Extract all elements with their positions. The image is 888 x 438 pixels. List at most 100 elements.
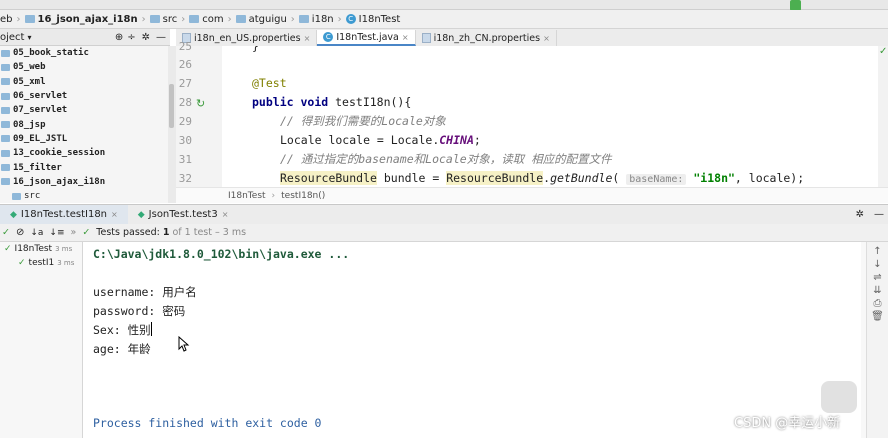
tree-item[interactable]: 09_EL_JSTL <box>0 132 168 146</box>
tree-item[interactable]: 13_cookie_session <box>0 146 168 160</box>
run-tab-i18ntest[interactable]: ◆ I18nTest.testI18n × <box>0 205 128 224</box>
locate-icon[interactable]: ⊕ <box>115 32 123 43</box>
close-icon[interactable]: × <box>543 34 550 43</box>
tab-i18n-zh-cn[interactable]: i18n_zh_CN.properties × <box>416 30 557 46</box>
chevron-right-icon: › <box>337 13 342 25</box>
navigation-breadcrumb: eb › 16_json_ajax_i18n › src › com › atg… <box>0 10 888 29</box>
code-editor[interactable]: } @Test public void testI18n(){ // 得到我们需… <box>222 46 878 187</box>
line-number: 25 <box>178 40 192 53</box>
test-tree-item[interactable]: ✓ testI1 3 ms <box>0 256 82 270</box>
print-icon[interactable]: ⎙ <box>874 298 882 309</box>
checkmark-icon: ✓ <box>18 258 26 268</box>
main-toolbar <box>0 0 888 10</box>
tree-item[interactable]: 16_json_ajax_i18n <box>0 175 168 189</box>
project-scrollbar-thumb[interactable] <box>169 84 174 128</box>
scroll-to-end-icon[interactable]: ⇊ <box>873 285 881 296</box>
arrow-up-icon[interactable]: ↑ <box>873 246 881 257</box>
close-icon[interactable]: × <box>304 34 311 43</box>
tree-item[interactable]: 05_book_static <box>0 46 168 60</box>
folder-icon <box>1 121 10 129</box>
tree-item[interactable]: src <box>0 189 168 203</box>
minimize-icon[interactable]: — <box>156 32 166 43</box>
code-line-28: public void testI18n(){ <box>252 95 412 109</box>
line-number: 29 <box>178 115 192 128</box>
sort-duration-icon[interactable]: ↓≡ <box>49 228 64 238</box>
tree-item[interactable]: 05_web <box>0 60 168 74</box>
code-line-32: ResourceBundle bundle = ResourceBundle.g… <box>280 171 805 185</box>
close-icon[interactable]: × <box>402 33 409 42</box>
line-number: 27 <box>178 77 192 90</box>
watermark-logo <box>821 381 857 413</box>
test-results-tree: ✓ I18nTest 3 ms ✓ testI1 3 ms <box>0 242 83 438</box>
editor-breadcrumb-class[interactable]: I18nTest <box>228 191 266 201</box>
project-panel-header: oject ▾ ⊕ ÷ ✲ — <box>0 29 170 46</box>
chevron-right-icon: › <box>271 190 276 201</box>
properties-file-icon <box>421 33 431 43</box>
console-output[interactable]: C:\Java\jdk1.8.0_102\bin\java.exe ... us… <box>83 242 861 438</box>
close-icon[interactable]: × <box>111 210 118 219</box>
run-test-icon[interactable]: ↻ <box>196 97 205 110</box>
checkmark-icon: ✓ <box>82 227 91 238</box>
console-line: password: 密码 <box>93 304 186 318</box>
collapse-icon[interactable]: ÷ <box>127 32 135 43</box>
sort-alpha-icon[interactable]: ↓a <box>30 228 43 238</box>
process-finished-line: Process finished with exit code 0 <box>93 416 322 430</box>
tab-i18n-en-us[interactable]: i18n_en_US.properties × <box>176 30 318 46</box>
folder-icon <box>1 164 10 172</box>
soft-wrap-icon[interactable]: ⇌ <box>873 272 881 283</box>
run-tool-window-tabs: ◆ I18nTest.testI18n × ◆ JsonTest.test3 × ✲ — <box>0 204 888 225</box>
line-number: 28 <box>178 96 192 109</box>
editor-breadcrumb-method[interactable]: testI18n() <box>281 191 325 201</box>
line-number: 31 <box>178 153 192 166</box>
editor-tab-bar: i18n_en_US.properties × C I18nTest.java × i… <box>176 29 888 47</box>
console-line: age: 年龄 <box>93 342 151 356</box>
breadcrumb-item-atguigu[interactable]: atguigu <box>235 14 287 25</box>
breadcrumb-item-i18n[interactable]: i18n <box>298 14 334 25</box>
trash-icon[interactable]: 🗑 <box>871 311 884 322</box>
gear-icon[interactable]: ✲ <box>142 32 150 43</box>
gear-icon[interactable]: ✲ <box>856 209 864 220</box>
code-line-25: } <box>252 46 259 53</box>
breadcrumb-item-class[interactable]: C I18nTest <box>345 14 400 25</box>
project-panel-title[interactable]: oject <box>0 32 24 43</box>
tree-item[interactable]: 15_filter <box>0 160 168 174</box>
code-line-30: Locale locale = Locale.CHINA; <box>280 133 481 147</box>
chevron-right-icon: › <box>141 13 146 25</box>
toolbar-right-icons <box>790 0 801 11</box>
test-tree-item[interactable]: ✓ I18nTest 3 ms <box>0 242 82 256</box>
package-icon <box>298 15 309 23</box>
chevron-right-icon: › <box>181 13 186 25</box>
tests-passed-label: Tests passed: 1 of 1 test – 3 ms <box>96 227 247 238</box>
stop-icon[interactable]: ⊘ <box>16 227 24 238</box>
tree-item[interactable]: 07_servlet <box>0 103 168 117</box>
package-icon <box>189 15 200 23</box>
arrow-down-icon[interactable]: ↓ <box>873 259 881 270</box>
chevron-down-icon[interactable]: ▾ <box>27 33 31 42</box>
breadcrumb-item-module[interactable]: 16_json_ajax_i18n <box>24 14 138 25</box>
tree-item[interactable]: 08_jsp <box>0 117 168 131</box>
folder-icon <box>24 15 35 23</box>
test-status-bar: ✓ ⊘ ↓a ↓≡ » ✓ Tests passed: 1 of 1 test … <box>0 224 888 242</box>
run-tab-jsontest[interactable]: ◆ JsonTest.test3 × <box>128 205 239 224</box>
tab-i18ntest-java[interactable]: C I18nTest.java × <box>317 30 416 46</box>
show-passed-icon[interactable]: ✓ <box>2 227 10 238</box>
breadcrumb-item-src[interactable]: src <box>149 14 177 25</box>
text-caret <box>151 322 152 336</box>
console-side-toolbar: ↑ ↓ ⇌ ⇊ ⎙ 🗑 <box>866 242 888 438</box>
console-line: username: 用户名 <box>93 285 197 299</box>
mouse-pointer-icon <box>178 336 190 352</box>
breadcrumb-item-root[interactable]: eb <box>0 14 13 25</box>
project-tree: 05_book_static 05_web 05_xml 06_servlet … <box>0 46 168 203</box>
breadcrumb-item-com[interactable]: com <box>189 14 224 25</box>
code-line-27: @Test <box>252 76 287 90</box>
tree-item[interactable]: 06_servlet <box>0 89 168 103</box>
folder-icon <box>1 149 10 157</box>
minimize-icon[interactable]: — <box>874 209 884 220</box>
folder-icon <box>149 15 160 23</box>
editor-scrollbar[interactable]: ✓ <box>878 46 888 187</box>
chevron-right-icon: › <box>16 13 21 25</box>
more-icon[interactable]: » <box>71 227 77 238</box>
parameter-hint: baseName: <box>626 174 687 185</box>
close-icon[interactable]: × <box>222 210 229 219</box>
tree-item[interactable]: 05_xml <box>0 75 168 89</box>
